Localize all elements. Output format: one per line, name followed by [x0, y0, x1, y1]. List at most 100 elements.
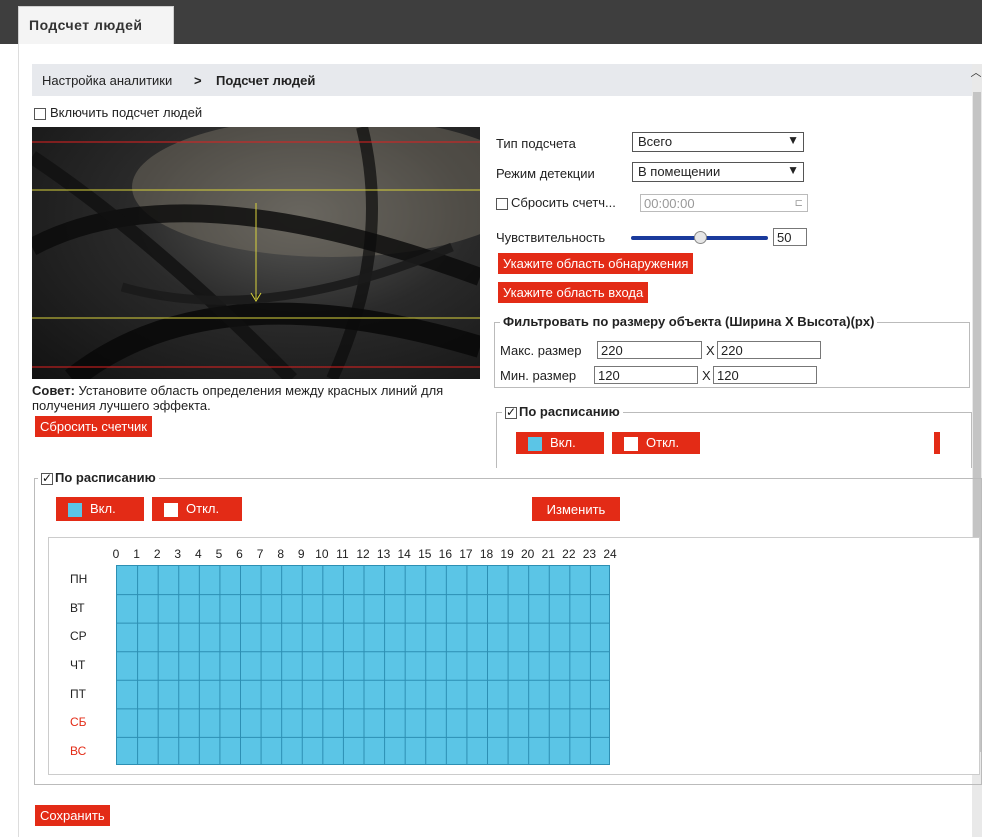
- chevron-down-icon: ▼: [787, 133, 799, 147]
- inner-schedule-checkbox[interactable]: [505, 405, 517, 419]
- day-label: ВТ: [70, 600, 85, 615]
- day-label: ЧТ: [70, 658, 86, 672]
- chevron-down-icon: ▼: [787, 163, 799, 177]
- day-label: ПН: [70, 572, 88, 587]
- hour-label: 13: [376, 547, 391, 561]
- sensitivity-label: Чувствительность: [496, 230, 606, 245]
- hour-label: 23: [582, 547, 597, 561]
- reset-time-value: 00:00:00: [644, 196, 695, 211]
- inner-schedule-legend[interactable]: По расписанию: [502, 404, 623, 419]
- inner-schedule-off-button[interactable]: Откл.: [612, 432, 700, 454]
- detect-area-button[interactable]: Укажите область обнаружения: [498, 253, 694, 274]
- detection-mode-label: Режим детекции: [496, 166, 595, 181]
- hour-label: 4: [194, 547, 202, 561]
- schedule-on-button[interactable]: Вкл.: [56, 497, 144, 521]
- hour-label: 14: [397, 547, 411, 561]
- camera-preview[interactable]: [32, 127, 480, 379]
- min-width-input[interactable]: 120: [594, 366, 698, 384]
- max-width-input[interactable]: 220: [597, 341, 702, 359]
- enable-people-counting[interactable]: Включить подсчет людей: [34, 105, 202, 120]
- schedule-off-button[interactable]: Откл.: [152, 497, 242, 521]
- max-width-value: 220: [601, 343, 623, 358]
- breadcrumb-separator: >: [194, 73, 202, 88]
- inner-on-label: Вкл.: [550, 435, 576, 451]
- day-label: ВС: [70, 743, 87, 758]
- breadcrumb-parent[interactable]: Настройка аналитики: [42, 73, 172, 88]
- day-label: ПТ: [70, 686, 86, 701]
- edit-schedule-button[interactable]: Изменить: [532, 497, 620, 521]
- hour-label: 15: [418, 547, 432, 561]
- sensitivity-input[interactable]: 50: [773, 228, 807, 246]
- tip-text: Совет: Установите область определения ме…: [32, 383, 482, 413]
- breadcrumb: Настройка аналитики > Подсчет людей: [32, 64, 972, 96]
- hour-label: 3: [174, 547, 182, 561]
- breadcrumb-current: Подсчет людей: [216, 73, 316, 88]
- hour-label: 16: [438, 547, 452, 561]
- min-size-label: Мин. размер: [500, 368, 577, 383]
- reset-count-checkbox[interactable]: [496, 197, 508, 210]
- hour-label: 24: [603, 547, 617, 561]
- enable-checkbox[interactable]: [34, 107, 46, 120]
- hour-label: 8: [277, 547, 284, 561]
- size-filter-legend: Фильтровать по размеру объекта (Ширина X…: [500, 314, 878, 329]
- hour-label: 19: [500, 547, 514, 561]
- max-x-separator: X: [706, 343, 715, 358]
- hour-label: 0: [112, 547, 120, 561]
- hour-label: 6: [236, 547, 243, 561]
- count-type-label: Тип подсчета: [496, 136, 576, 151]
- detection-mode-value: В помещении: [638, 164, 721, 179]
- hour-label: 17: [459, 547, 473, 561]
- reset-count-row[interactable]: Сбросить счетч...: [496, 195, 616, 210]
- hour-label: 7: [256, 547, 264, 561]
- hour-label: 11: [336, 547, 349, 561]
- hour-label: 12: [356, 547, 370, 561]
- min-x-separator: X: [702, 368, 711, 383]
- reset-time-field[interactable]: 00:00:00 ⊏: [640, 194, 808, 212]
- min-height-input[interactable]: 120: [713, 366, 817, 384]
- schedule-off-swatch: [624, 436, 638, 451]
- hour-label: 2: [153, 547, 161, 561]
- schedule-on-swatch: [68, 502, 82, 517]
- count-type-select[interactable]: Всего ▼: [632, 132, 804, 152]
- day-label: СР: [70, 629, 87, 644]
- schedule-label: По расписанию: [55, 470, 156, 485]
- hour-label: 1: [133, 547, 140, 561]
- tip-body: Установите область определения между кра…: [32, 383, 444, 413]
- max-size-label: Макс. размер: [500, 343, 582, 358]
- hour-label: 20: [520, 547, 535, 561]
- hour-label: 9: [297, 547, 305, 561]
- schedule-off-swatch: [164, 502, 178, 517]
- schedule-checkbox[interactable]: [41, 471, 53, 485]
- hour-label: 22: [562, 547, 576, 561]
- entry-area-button[interactable]: Укажите область входа: [498, 282, 649, 303]
- hour-label: 10: [315, 547, 329, 561]
- scroll-up-icon[interactable]: ︿: [970, 64, 982, 84]
- tab-people-counting[interactable]: Подсчет людей: [18, 6, 174, 44]
- schedule-legend[interactable]: По расписанию: [38, 470, 159, 485]
- detection-mode-select[interactable]: В помещении ▼: [632, 162, 804, 182]
- max-height-value: 220: [721, 343, 743, 358]
- save-button[interactable]: Сохранить: [35, 805, 110, 826]
- count-type-value: Всего: [638, 134, 673, 149]
- reset-counter-button[interactable]: Сбросить счетчик: [35, 416, 152, 437]
- sensitivity-slider-handle[interactable]: [693, 231, 707, 244]
- inner-off-label: Откл.: [646, 435, 680, 451]
- enable-label: Включить подсчет людей: [50, 105, 203, 120]
- min-width-value: 120: [598, 368, 620, 383]
- schedule-grid[interactable]: [116, 565, 610, 765]
- camera-overlay: [32, 127, 480, 379]
- hour-label: 21: [541, 547, 555, 561]
- reset-count-label: Сбросить счетч...: [511, 195, 616, 210]
- hour-label: 18: [479, 547, 494, 561]
- tip-prefix: Совет:: [32, 383, 75, 398]
- inner-schedule-label: По расписанию: [519, 404, 620, 419]
- max-height-input[interactable]: 220: [717, 341, 821, 359]
- clock-icon: ⊏: [794, 198, 803, 209]
- hour-label: 5: [215, 547, 223, 561]
- schedule-off-label: Откл.: [186, 501, 220, 517]
- sensitivity-value: 50: [777, 230, 792, 245]
- edit-button-partial[interactable]: [934, 432, 940, 454]
- min-height-value: 120: [717, 368, 739, 383]
- day-label: СБ: [70, 715, 87, 730]
- inner-schedule-on-button[interactable]: Вкл.: [516, 432, 604, 454]
